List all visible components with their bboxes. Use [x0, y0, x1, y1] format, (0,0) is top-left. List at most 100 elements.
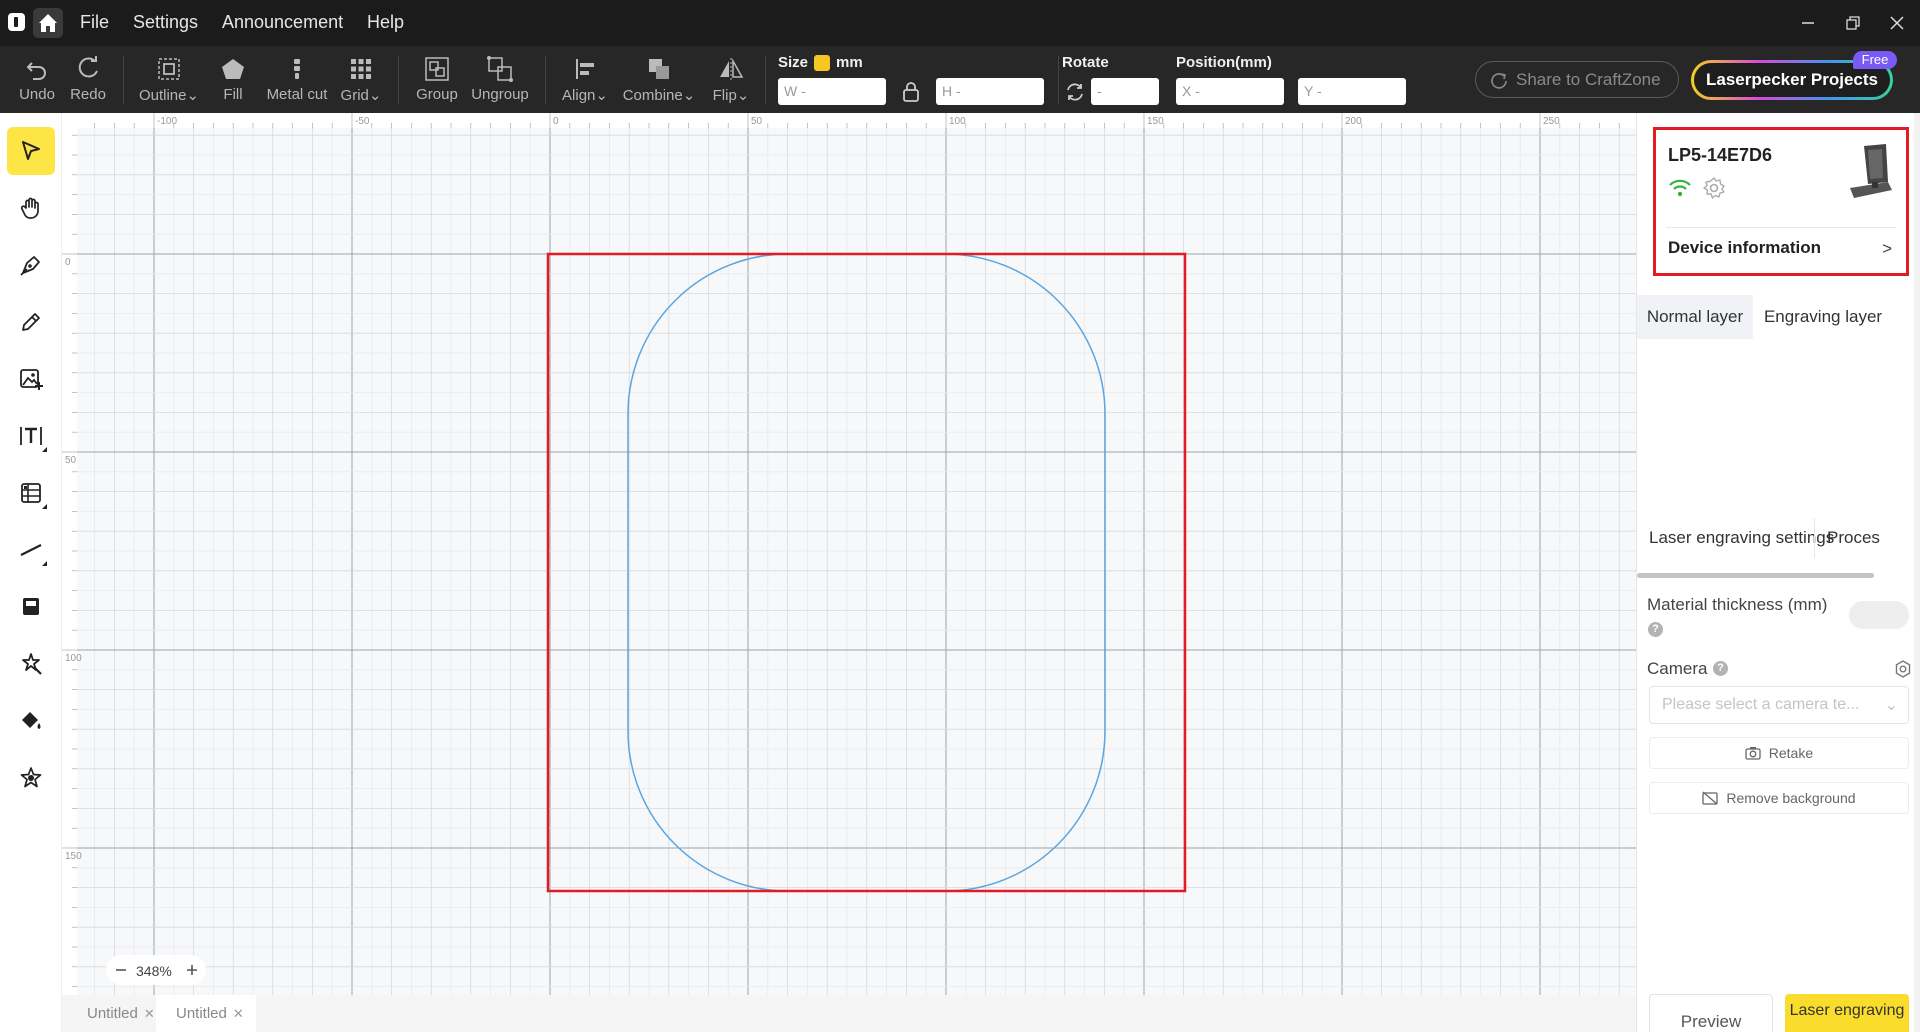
device-name: LP5-14E7D6 — [1668, 145, 1773, 165]
tab-normal-layer[interactable]: Normal layer — [1637, 295, 1753, 339]
redo-icon — [78, 56, 98, 78]
size-label: Size — [778, 54, 809, 71]
magic-icon — [22, 653, 42, 675]
redo-button[interactable]: Redo — [64, 46, 112, 113]
document-tab-1[interactable]: Untitled ✕ — [62, 995, 156, 1032]
chevron-right-icon[interactable]: > — [1882, 239, 1892, 259]
select-tool[interactable] — [7, 127, 55, 175]
outline-button[interactable]: Outline⌄ — [134, 46, 204, 113]
device-card[interactable]: LP5-14E7D6 Device information > — [1653, 127, 1909, 276]
menu-file[interactable]: File — [80, 12, 109, 33]
paint-bucket-tool[interactable] — [7, 697, 55, 745]
magic-tool[interactable] — [7, 640, 55, 688]
text-tool[interactable] — [7, 412, 55, 460]
ruler-label: 150 — [65, 851, 82, 862]
help-icon[interactable]: ? — [1713, 661, 1728, 676]
menu-help[interactable]: Help — [367, 12, 404, 33]
app-logo-icon — [8, 13, 25, 31]
rotate-input[interactable]: - — [1091, 78, 1159, 105]
device-information-link[interactable]: Device information — [1668, 238, 1821, 258]
share-craftzone-button[interactable]: Share to CraftZone — [1475, 61, 1679, 98]
help-icon[interactable]: ? — [1648, 622, 1663, 637]
combine-icon — [649, 59, 669, 79]
design-canvas[interactable]: -100 -50 0 50 100 150 200 250 0 50 100 150 — [62, 113, 1636, 995]
tab-engraving-layer[interactable]: Engraving layer — [1753, 295, 1893, 339]
material-thickness-input[interactable] — [1849, 601, 1909, 629]
align-button[interactable]: Align⌄ — [557, 46, 613, 113]
line-tool[interactable] — [7, 526, 55, 574]
stamp-tool[interactable] — [7, 583, 55, 631]
unit-swatch[interactable] — [814, 55, 830, 71]
wifi-icon — [1669, 179, 1691, 197]
rotate-icon[interactable] — [1064, 81, 1086, 103]
table-tool[interactable] — [7, 469, 55, 517]
group-icon — [425, 57, 449, 81]
title-bar: File Settings Announcement Help — [0, 0, 1920, 46]
close-tab-icon[interactable]: ✕ — [233, 1006, 244, 1021]
ruler-label: 0 — [553, 116, 559, 127]
toolbar: Undo Redo Outline⌄ Fill Metal cut Grid⌄ … — [0, 46, 1920, 113]
toolbar-separator — [765, 56, 766, 104]
device-settings-icon[interactable] — [1702, 176, 1726, 200]
chevron-down-icon: ⌄ — [1884, 697, 1898, 714]
close-window-button[interactable] — [1883, 10, 1911, 36]
width-input[interactable]: W - — [778, 78, 886, 105]
y-position-input[interactable]: Y - — [1298, 78, 1406, 105]
ruler-label: 50 — [65, 455, 77, 466]
zoom-level: 348% — [136, 963, 172, 979]
hand-tool[interactable] — [7, 184, 55, 232]
image-tool[interactable] — [7, 355, 55, 403]
document-tab-2[interactable]: Untitled ✕ — [156, 995, 256, 1032]
ruler-label: -50 — [355, 116, 370, 127]
free-badge: Free — [1853, 51, 1897, 69]
group-button[interactable]: Group — [410, 46, 464, 113]
settings-tab-scrollbar[interactable] — [1637, 573, 1874, 578]
remove-background-button[interactable]: Remove background — [1649, 782, 1909, 814]
tab-process[interactable]: Proces — [1814, 518, 1880, 558]
minimize-button[interactable] — [1794, 10, 1822, 36]
close-icon — [1890, 16, 1904, 30]
camera-label: Camera — [1647, 659, 1708, 678]
unit-label[interactable]: mm — [836, 54, 863, 71]
camera-settings-icon[interactable] — [1893, 659, 1913, 679]
zoom-in-button[interactable] — [181, 959, 203, 981]
combine-button[interactable]: Combine⌄ — [620, 46, 698, 113]
retake-button[interactable]: Retake — [1649, 737, 1909, 769]
toolbar-separator — [545, 56, 546, 104]
undo-button[interactable]: Undo — [12, 46, 62, 113]
menu-announcement[interactable]: Announcement — [222, 12, 343, 33]
close-tab-icon[interactable]: ✕ — [144, 1006, 155, 1021]
ruler-label: 250 — [1543, 116, 1560, 127]
metal-cut-button[interactable]: Metal cut — [262, 46, 332, 113]
left-tool-strip — [0, 113, 62, 1032]
restore-button[interactable] — [1838, 10, 1866, 36]
ungroup-button[interactable]: Ungroup — [468, 46, 532, 113]
lock-icon[interactable] — [901, 81, 921, 103]
toolbar-separator — [398, 56, 399, 104]
preview-button[interactable]: Preview — [1649, 994, 1773, 1032]
undo-icon — [26, 62, 46, 80]
material-library-tool[interactable] — [7, 754, 55, 802]
outline-icon — [158, 58, 180, 80]
pen-tool[interactable] — [7, 241, 55, 289]
document-tabs: Untitled ✕ Untitled ✕ — [62, 995, 1636, 1032]
align-icon — [576, 59, 594, 79]
toolbar-separator — [1058, 56, 1059, 104]
home-button[interactable] — [33, 8, 63, 38]
laser-engraving-button[interactable]: Laser engraving — [1785, 994, 1909, 1032]
height-input[interactable]: H - — [936, 78, 1044, 105]
grid-button[interactable]: Grid⌄ — [338, 46, 384, 113]
panel-scrollbar[interactable] — [1914, 113, 1920, 1032]
fill-button[interactable]: Fill — [211, 46, 255, 113]
pencil-tool[interactable] — [7, 298, 55, 346]
flip-button[interactable]: Flip⌄ — [706, 46, 756, 113]
x-position-input[interactable]: X - — [1176, 78, 1284, 105]
material-library-icon — [20, 767, 42, 788]
camera-template-select[interactable]: Please select a camera te... ⌄ — [1649, 686, 1909, 724]
tab-laser-engraving-settings[interactable]: Laser engraving settings — [1649, 528, 1834, 548]
ruler-label: 200 — [1345, 116, 1362, 127]
paint-bucket-icon — [22, 712, 41, 729]
menu-settings[interactable]: Settings — [133, 12, 198, 33]
hand-icon — [20, 197, 39, 219]
zoom-out-button[interactable] — [110, 959, 132, 981]
